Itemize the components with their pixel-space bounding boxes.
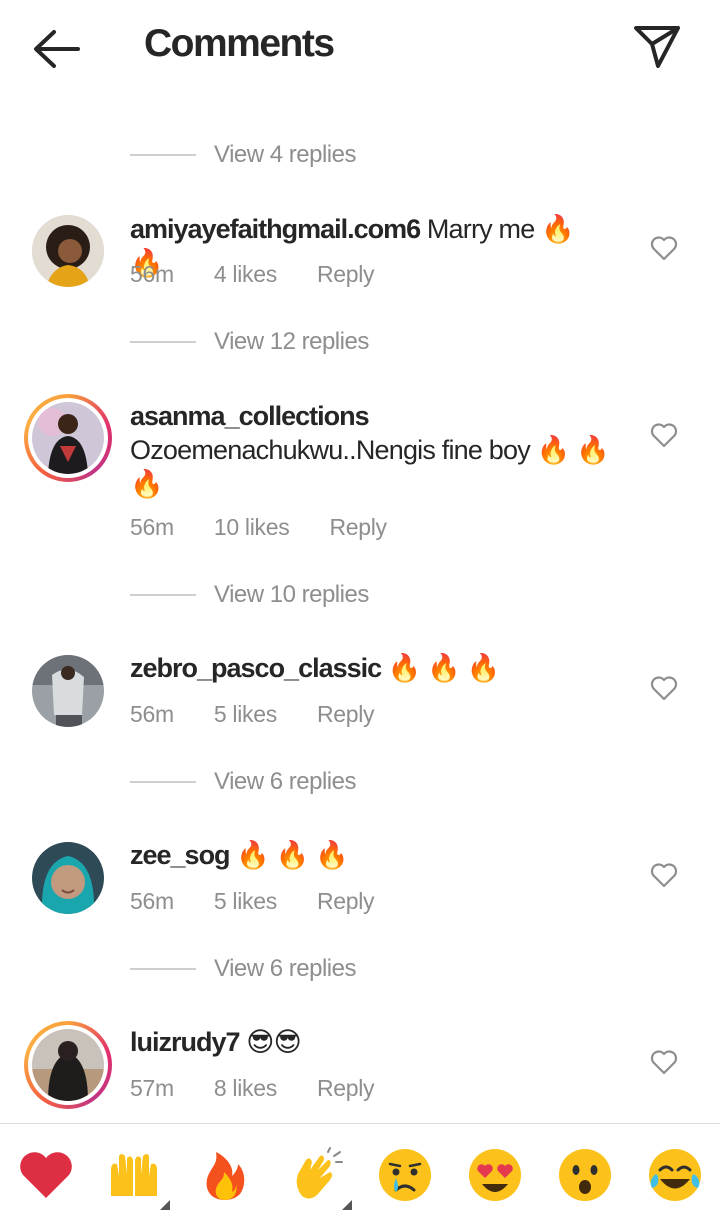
- comment-time: 56m: [130, 261, 174, 287]
- astonished-face-icon[interactable]: [556, 1146, 614, 1204]
- divider: [130, 341, 196, 343]
- divider: [130, 781, 196, 783]
- view-replies-button[interactable]: View 4 replies: [130, 137, 356, 173]
- avatar[interactable]: [32, 655, 104, 727]
- like-heart-icon[interactable]: [650, 1049, 678, 1075]
- variant-indicator: [342, 1200, 352, 1210]
- username-link[interactable]: zebro_pasco_classic: [130, 653, 382, 683]
- likes-count[interactable]: 8 likes: [214, 1075, 277, 1102]
- emoji-reaction-bar: [0, 1123, 720, 1211]
- reply-button[interactable]: Reply: [317, 261, 375, 288]
- reply-button[interactable]: Reply: [317, 701, 375, 728]
- username-link[interactable]: amiyayefaithgmail.com6: [130, 214, 421, 244]
- fire-icon[interactable]: [196, 1146, 254, 1204]
- tears-of-joy-face-icon[interactable]: [646, 1146, 704, 1204]
- raising-hands-icon[interactable]: [105, 1146, 163, 1204]
- like-heart-icon[interactable]: [650, 675, 678, 701]
- view-replies-button[interactable]: View 10 replies: [130, 577, 369, 613]
- page-title: Comments: [144, 22, 335, 65]
- avatar[interactable]: [32, 842, 104, 914]
- back-arrow-icon[interactable]: [30, 26, 84, 72]
- comment-text: Marry me: [426, 214, 535, 244]
- comment-time: 56m: [130, 888, 174, 914]
- header: Comments: [0, 0, 720, 96]
- username-link[interactable]: zee_sog: [130, 840, 231, 870]
- reply-button[interactable]: Reply: [329, 514, 387, 541]
- likes-count[interactable]: 5 likes: [214, 701, 277, 728]
- view-replies-button[interactable]: View 6 replies: [130, 951, 356, 987]
- fire-emoji: 🔥 🔥 🔥: [387, 653, 501, 683]
- divider: [130, 154, 196, 156]
- likes-count[interactable]: 10 likes: [214, 514, 290, 541]
- view-replies-button[interactable]: View 6 replies: [130, 764, 356, 800]
- username-link[interactable]: luizrudy7: [130, 1027, 241, 1057]
- divider: [130, 594, 196, 596]
- avatar[interactable]: [32, 215, 104, 287]
- reply-button[interactable]: Reply: [317, 1075, 375, 1102]
- red-heart-icon[interactable]: [17, 1146, 75, 1204]
- reply-button[interactable]: Reply: [317, 888, 375, 915]
- sunglasses-emoji: 😎😎: [246, 1027, 301, 1057]
- like-heart-icon[interactable]: [650, 862, 678, 888]
- clapping-hands-icon[interactable]: [288, 1146, 346, 1204]
- comment-time: 56m: [130, 701, 174, 727]
- avatar[interactable]: [24, 394, 112, 482]
- view-replies-button[interactable]: View 12 replies: [130, 324, 369, 360]
- divider: [130, 968, 196, 970]
- comment-time: 57m: [130, 1075, 174, 1101]
- comment-text: Ozoemenachukwu..Nengis fine boy: [130, 435, 531, 465]
- heart-eyes-face-icon[interactable]: [466, 1146, 524, 1204]
- avatar[interactable]: [24, 1021, 112, 1109]
- direct-message-icon[interactable]: [628, 20, 684, 72]
- fire-emoji: 🔥 🔥 🔥: [236, 840, 349, 870]
- username-link[interactable]: asanma_collections: [130, 401, 370, 431]
- like-heart-icon[interactable]: [650, 235, 678, 261]
- likes-count[interactable]: 4 likes: [214, 261, 277, 288]
- variant-indicator: [160, 1200, 170, 1210]
- like-heart-icon[interactable]: [650, 422, 678, 448]
- likes-count[interactable]: 5 likes: [214, 888, 277, 915]
- crying-face-icon[interactable]: [376, 1146, 434, 1204]
- comment-time: 56m: [130, 514, 174, 540]
